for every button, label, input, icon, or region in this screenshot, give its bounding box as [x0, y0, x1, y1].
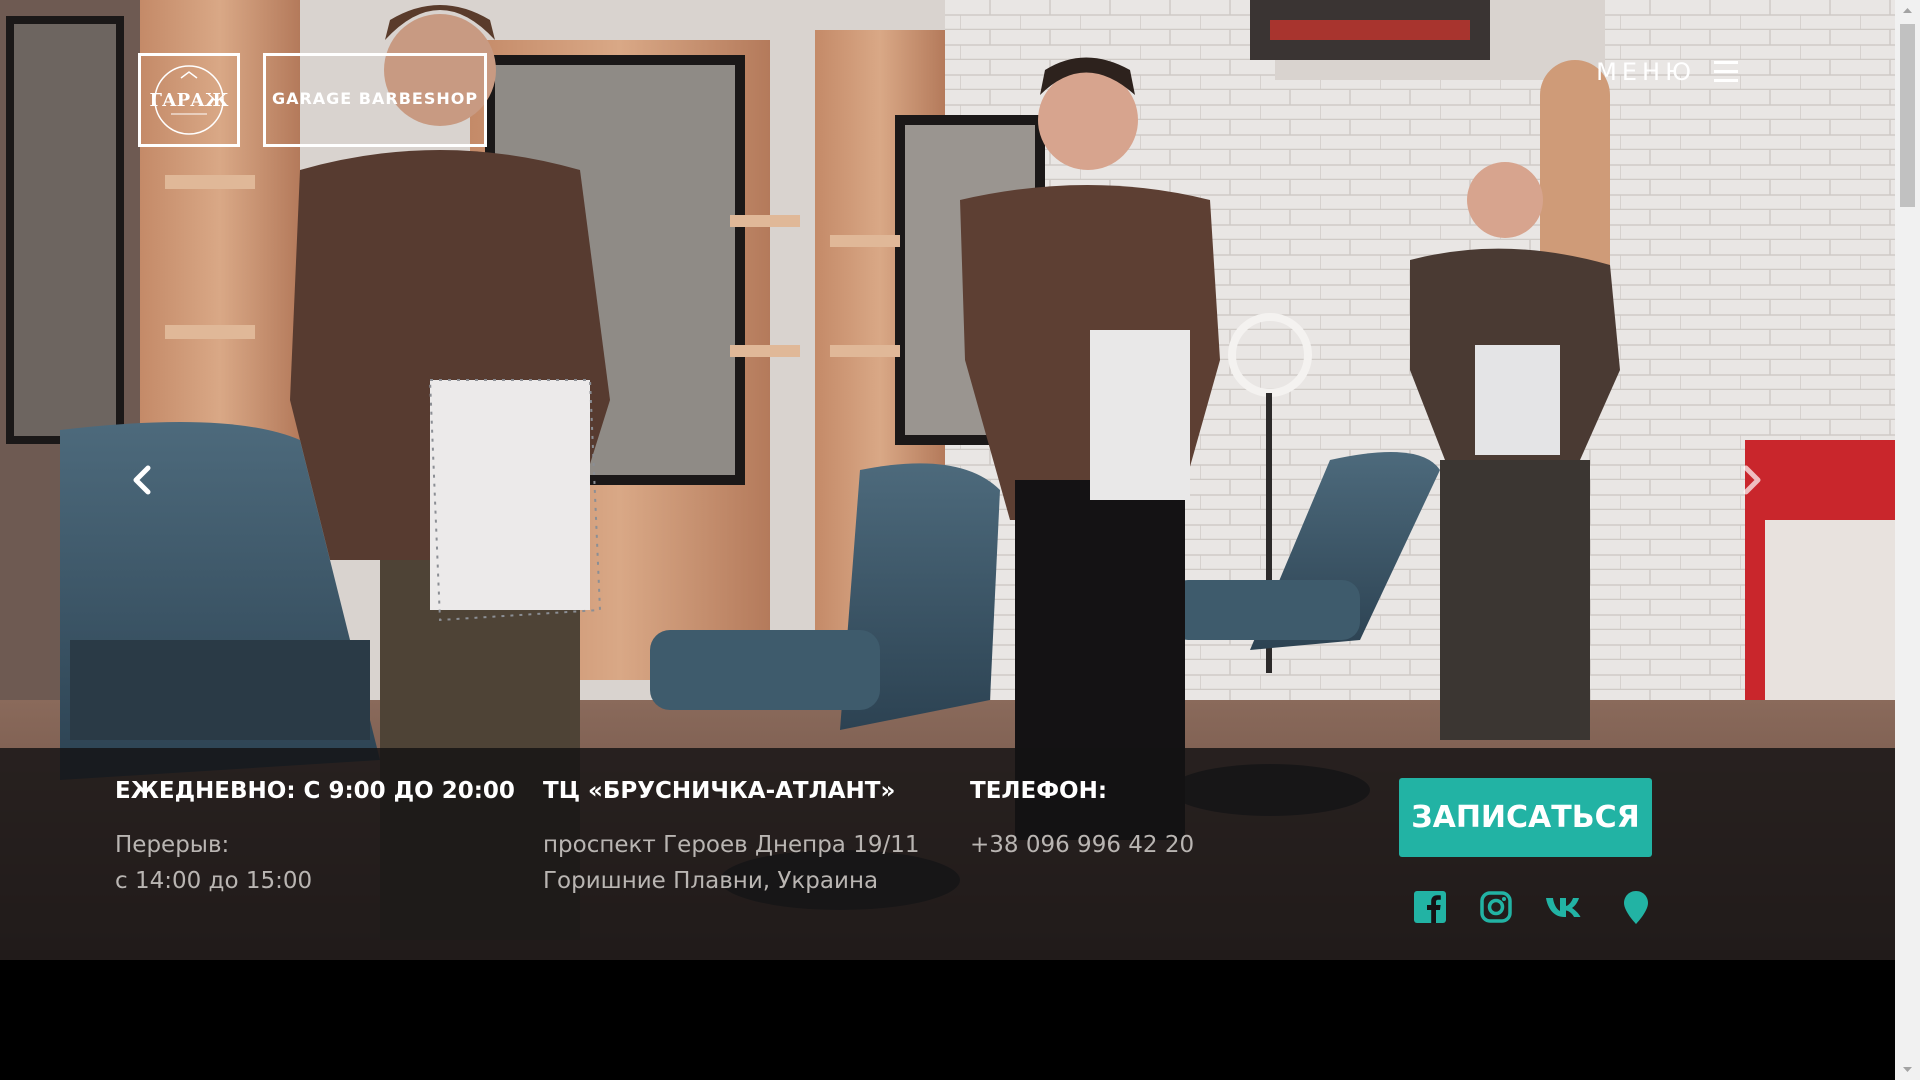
vk-icon[interactable]	[1544, 889, 1588, 925]
phone-block: ТЕЛЕФОН: +38 096 996 42 20	[970, 778, 1194, 863]
info-bar: ЕЖЕДНЕВНО: С 9:00 ДО 20:00 Перерыв: с 14…	[0, 748, 1895, 960]
book-button[interactable]: ЗАПИСАТЬСЯ	[1399, 778, 1652, 857]
scroll-down-arrow-icon[interactable]	[1895, 1060, 1920, 1080]
svg-text:ГАРАЖ: ГАРАЖ	[150, 90, 229, 111]
menu-button[interactable]: МЕНЮ	[1596, 58, 1738, 86]
page: ГАРАЖ GARAGE BARBESHOP МЕНЮ ЕЖЕДНЕВНО: С…	[0, 0, 1920, 1080]
map-pin-icon[interactable]	[1618, 889, 1654, 925]
break-label: Перерыв:	[115, 832, 230, 858]
phone-title: ТЕЛЕФОН:	[970, 778, 1108, 804]
scroll-up-arrow-icon[interactable]	[1895, 0, 1920, 20]
instagram-icon[interactable]	[1478, 889, 1514, 925]
logo-emblem-icon: ГАРАЖ	[150, 65, 229, 135]
vertical-scrollbar[interactable]	[1895, 0, 1920, 1080]
break-time: с 14:00 до 15:00	[115, 868, 313, 894]
logo[interactable]: ГАРАЖ	[138, 53, 240, 147]
hamburger-icon	[1714, 61, 1738, 83]
hours-title: ЕЖЕДНЕВНО: С 9:00 ДО 20:00	[115, 778, 515, 804]
menu-label: МЕНЮ	[1596, 58, 1696, 86]
location-block: ТЦ «БРУСНИЧКА-АТЛАНТ» проспект Героев Дн…	[543, 778, 920, 899]
hours-block: ЕЖЕДНЕВНО: С 9:00 ДО 20:00 Перерыв: с 14…	[115, 778, 515, 899]
scrollbar-thumb[interactable]	[1900, 24, 1915, 207]
brand-name[interactable]: GARAGE BARBESHOP	[263, 53, 487, 147]
social-links	[1412, 889, 1684, 925]
facebook-icon[interactable]	[1412, 889, 1448, 925]
slider-next-arrow-icon[interactable]	[1736, 462, 1766, 498]
address-line-2: Горишние Плавни, Украина	[543, 868, 879, 894]
slider-prev-arrow-icon[interactable]	[128, 462, 158, 498]
hero-slider: ГАРАЖ GARAGE BARBESHOP МЕНЮ ЕЖЕДНЕВНО: С…	[0, 0, 1895, 960]
phone-number[interactable]: +38 096 996 42 20	[970, 827, 1194, 863]
location-title: ТЦ «БРУСНИЧКА-АТЛАНТ»	[543, 778, 896, 804]
address-line-1: проспект Героев Днепра 19/11	[543, 832, 920, 858]
